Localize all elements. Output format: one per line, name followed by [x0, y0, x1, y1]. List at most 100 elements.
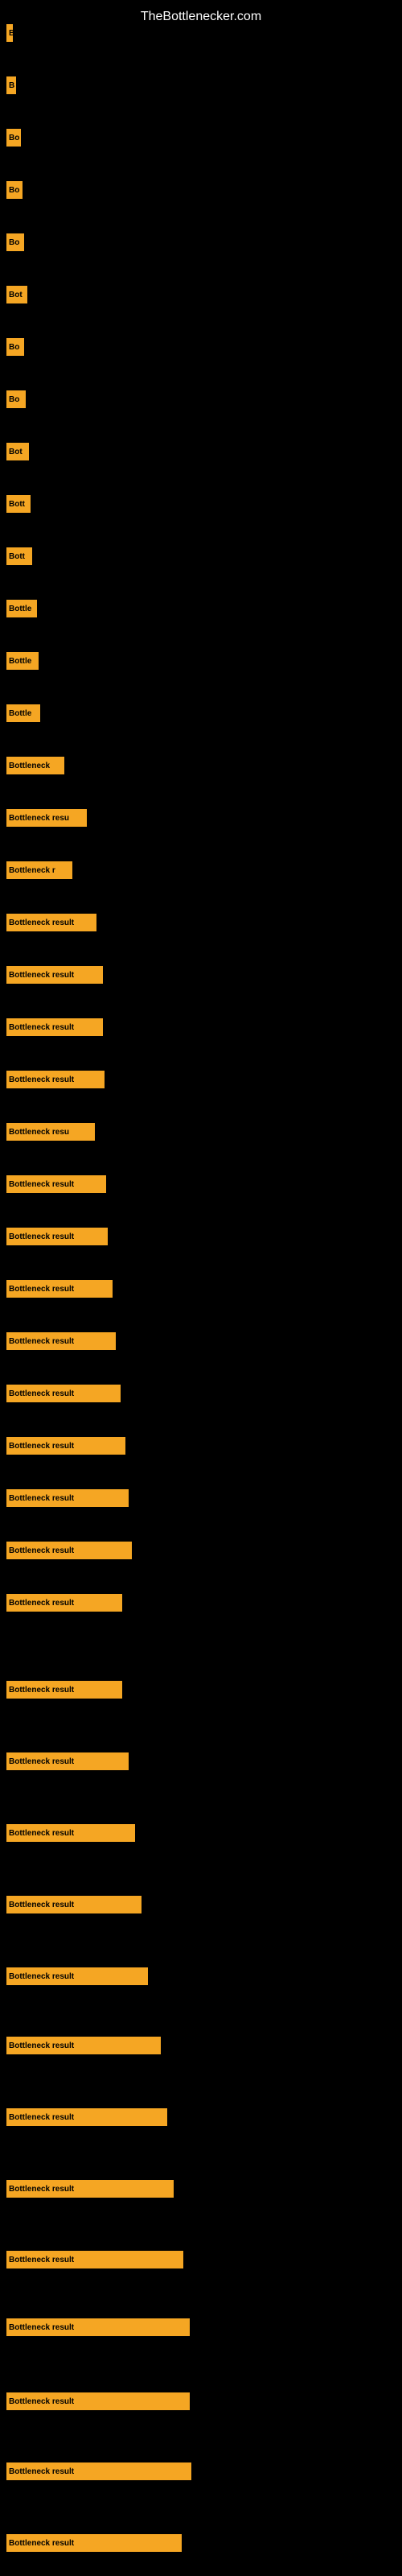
bar-row: Bottleneck result — [6, 2462, 191, 2480]
bar: Bo — [6, 233, 24, 251]
bar: Bottleneck result — [6, 1896, 142, 1913]
bar-label: Bottleneck result — [9, 1075, 74, 1084]
bar-row: Bo — [6, 390, 26, 408]
bar-row: Bottleneck result — [6, 1489, 129, 1507]
bar: Bottleneck result — [6, 1175, 106, 1193]
bar-label: Bottleneck resu — [9, 814, 69, 823]
bar-label: Bottleneck result — [9, 1180, 74, 1189]
bar-row: Bo — [6, 129, 21, 147]
bar-row: Bottleneck result — [6, 1332, 116, 1350]
bar-row: Bott — [6, 495, 31, 513]
bar: Bottleneck result — [6, 1824, 135, 1842]
bar-row: Bo — [6, 233, 24, 251]
bar: Bottleneck result — [6, 2108, 167, 2126]
bar-label: Bottleneck r — [9, 866, 55, 875]
bar-label: Bottleneck result — [9, 2185, 74, 2194]
bar: Bo — [6, 338, 24, 356]
bar-row: Bottleneck result — [6, 914, 96, 931]
bar: Bottle — [6, 704, 40, 722]
bar: Bottleneck result — [6, 2462, 191, 2480]
bar-row: Bottle — [6, 600, 37, 617]
bar-label: B — [9, 81, 14, 90]
bar-label: Bottleneck result — [9, 1442, 74, 1451]
bar-row: Bottleneck result — [6, 1681, 122, 1699]
bar-row: Bottleneck result — [6, 1175, 106, 1193]
bar-row: Bottleneck result — [6, 1967, 148, 1985]
bar-label: Bottleneck result — [9, 1599, 74, 1608]
bar-label: Bottleneck result — [9, 2041, 74, 2050]
bar: Bottleneck result — [6, 1018, 103, 1036]
bar-row: Bottleneck resu — [6, 809, 87, 827]
bar-label: Bottleneck result — [9, 1686, 74, 1695]
bar-row: Bottleneck result — [6, 1228, 108, 1245]
bar: B — [6, 76, 16, 94]
bar-row: Bottleneck result — [6, 1018, 103, 1036]
bar-row: Bottleneck result — [6, 2251, 183, 2268]
bar: Bottleneck result — [6, 2180, 174, 2198]
bar-label: Bo — [9, 343, 19, 352]
bar-row: Bo — [6, 181, 23, 199]
bar-row: Bot — [6, 286, 27, 303]
bar: Bottleneck result — [6, 2037, 161, 2054]
bar-row: Bottle — [6, 652, 39, 670]
bar-label: Bottleneck result — [9, 2467, 74, 2476]
bar-label: Bottleneck result — [9, 1494, 74, 1503]
bar: Bo — [6, 390, 26, 408]
bar: Bottle — [6, 600, 37, 617]
bar: Bott — [6, 547, 32, 565]
bar-row: Bottleneck result — [6, 1071, 105, 1088]
bar: Bottleneck result — [6, 1385, 121, 1402]
bar-row: Bottleneck result — [6, 1385, 121, 1402]
bar-label: Bottleneck result — [9, 1389, 74, 1398]
bar-label: Bott — [9, 552, 25, 561]
bar: Bottleneck result — [6, 1280, 113, 1298]
bar-label: Bottle — [9, 709, 31, 718]
bar-label: Bottleneck result — [9, 1285, 74, 1294]
bar: Bottleneck result — [6, 1752, 129, 1770]
bar: Bott — [6, 495, 31, 513]
bar: Bottleneck resu — [6, 809, 87, 827]
bar-row: Bottle — [6, 704, 40, 722]
bar-label: Bottleneck result — [9, 1757, 74, 1766]
bar: Bottleneck result — [6, 1489, 129, 1507]
bar: Bot — [6, 286, 27, 303]
bar-row: Bo — [6, 338, 24, 356]
bar-label: Bottleneck result — [9, 1337, 74, 1346]
bar-row: Bottleneck result — [6, 1437, 125, 1455]
bar: Bottleneck result — [6, 1681, 122, 1699]
bar: Bottleneck result — [6, 2534, 182, 2552]
bar-row: Bot — [6, 443, 29, 460]
bar-label: Bottleneck result — [9, 1023, 74, 1032]
bar-row: Bottleneck result — [6, 1280, 113, 1298]
bar-label: B — [9, 29, 13, 38]
bar-label: Bottleneck result — [9, 2397, 74, 2406]
bar-label: Bottleneck resu — [9, 1128, 69, 1137]
bar: Bottle — [6, 652, 39, 670]
bar-row: Bottleneck result — [6, 2108, 167, 2126]
bar: Bottleneck result — [6, 2392, 190, 2410]
bar-label: Bottleneck result — [9, 2256, 74, 2264]
bar-row: Bott — [6, 547, 32, 565]
bar-label: Bottleneck result — [9, 919, 74, 927]
bar-row: Bottleneck result — [6, 1752, 129, 1770]
bar: Bottleneck result — [6, 2251, 183, 2268]
bar-label: Bottle — [9, 605, 31, 613]
bar-row: Bottleneck result — [6, 1896, 142, 1913]
bar-row: Bottleneck result — [6, 2037, 161, 2054]
bar: Bottleneck result — [6, 1542, 132, 1559]
bar-label: Bottleneck result — [9, 971, 74, 980]
bar-row: Bottleneck result — [6, 2180, 174, 2198]
bar: Bottleneck result — [6, 2318, 190, 2336]
bar-row: Bottleneck result — [6, 2318, 190, 2336]
bar: Bottleneck result — [6, 1228, 108, 1245]
bar-label: Bottleneck result — [9, 1972, 74, 1981]
bar-label: Bottleneck result — [9, 1232, 74, 1241]
bar-label: Bottleneck result — [9, 2539, 74, 2548]
bar-row: Bottleneck result — [6, 966, 103, 984]
bar-row: Bottleneck result — [6, 2534, 182, 2552]
bar-label: Bo — [9, 134, 19, 142]
bar-label: Bott — [9, 500, 25, 509]
bar: Bottleneck result — [6, 914, 96, 931]
bar: Bottleneck result — [6, 1967, 148, 1985]
bar-row: Bottleneck result — [6, 1594, 122, 1612]
